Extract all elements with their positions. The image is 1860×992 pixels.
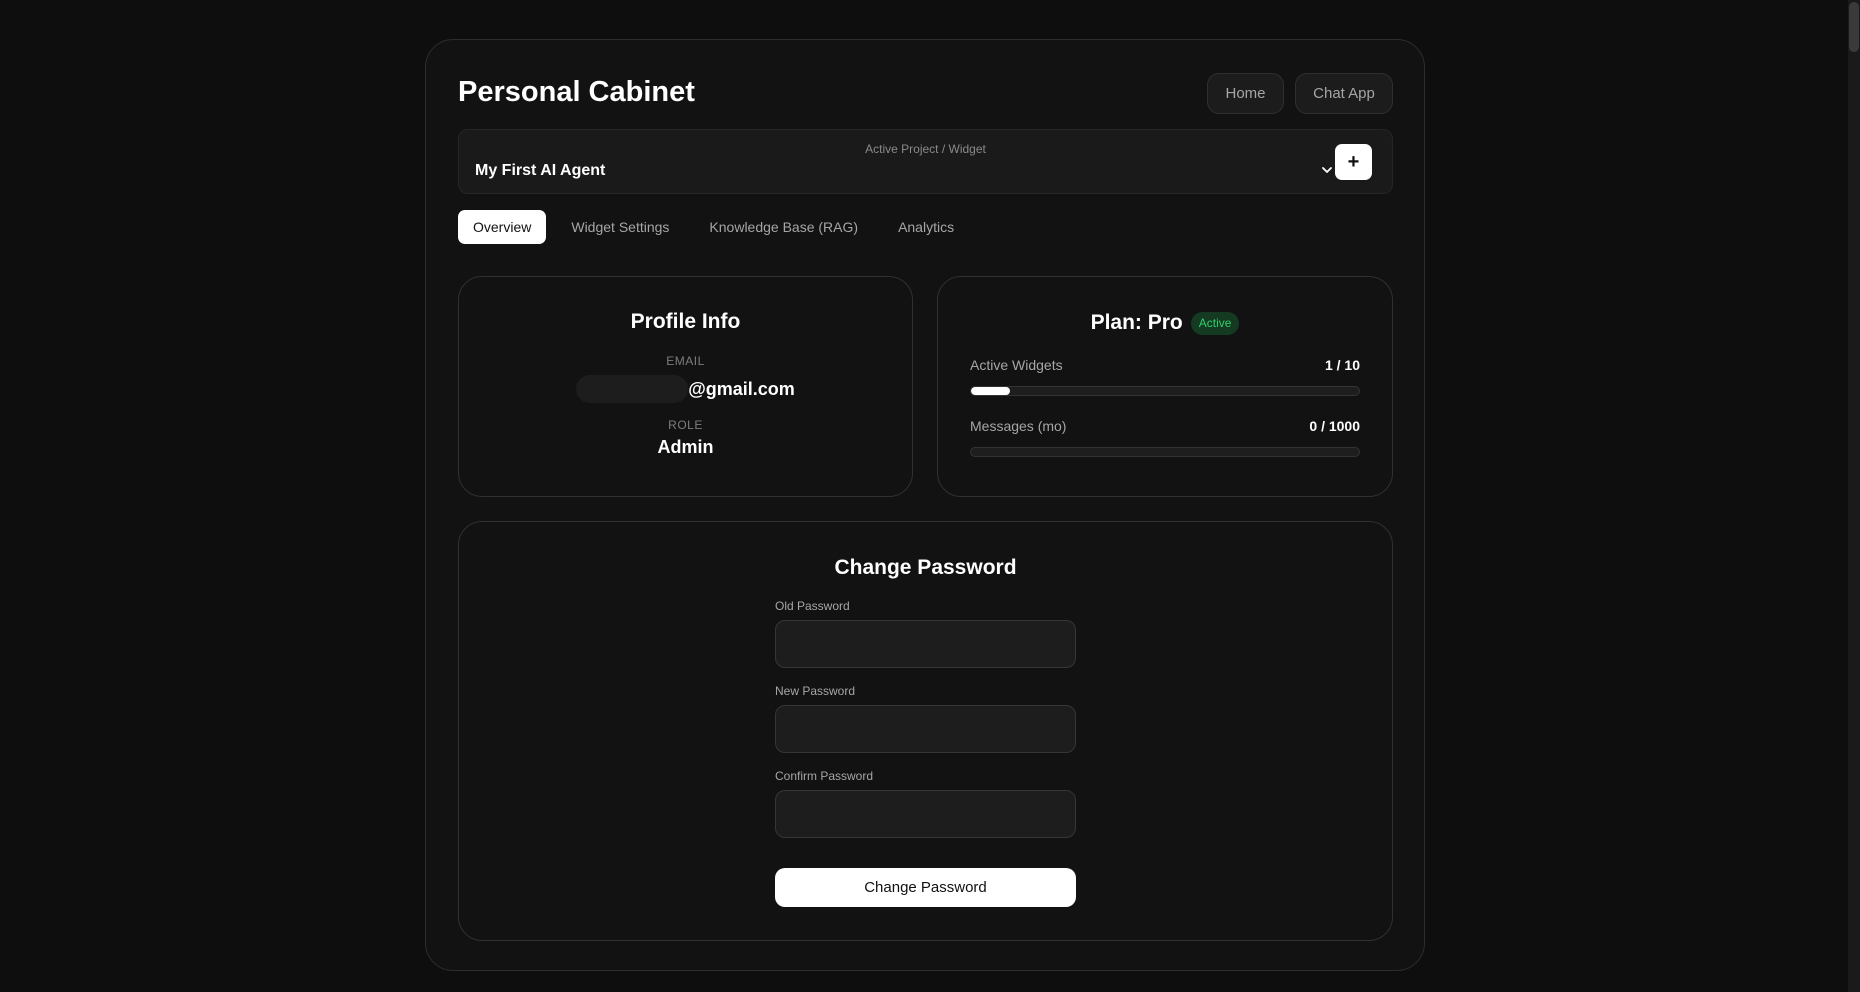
usage-value-messages: 0 / 1000 xyxy=(1309,418,1360,434)
add-project-button[interactable]: + xyxy=(1335,144,1372,180)
plan-card: Plan: Pro Active Active Widgets 1 / 10 M… xyxy=(937,276,1393,497)
tab-bar: Overview Widget Settings Knowledge Base … xyxy=(458,210,979,244)
confirm-password-field[interactable] xyxy=(775,790,1076,838)
status-badge: Active xyxy=(1190,311,1240,335)
page-scrollbar[interactable] xyxy=(1848,0,1860,992)
chat-app-button[interactable]: Chat App xyxy=(1295,73,1393,114)
usage-label-widgets: Active Widgets xyxy=(970,357,1063,373)
usage-row-messages: Messages (mo) 0 / 1000 xyxy=(970,416,1360,436)
usage-bar-messages xyxy=(970,447,1360,457)
email-domain: @gmail.com xyxy=(688,378,795,399)
tab-widget-settings[interactable]: Widget Settings xyxy=(556,210,684,244)
role-value: Admin xyxy=(657,437,714,457)
project-selected-value[interactable]: My First AI Agent xyxy=(475,162,605,180)
tab-knowledge-base[interactable]: Knowledge Base (RAG) xyxy=(694,210,873,244)
email-caption: EMAIL xyxy=(666,354,705,368)
usage-bar-widgets xyxy=(970,386,1360,396)
scrollbar-thumb[interactable] xyxy=(1849,2,1859,52)
usage-label-messages: Messages (mo) xyxy=(970,418,1067,434)
tab-overview[interactable]: Overview xyxy=(458,210,547,244)
personal-cabinet-panel: Personal Cabinet Home Chat App Active Pr… xyxy=(425,39,1425,971)
change-password-button[interactable]: Change Password xyxy=(775,868,1076,907)
change-password-title: Change Password xyxy=(834,556,1017,579)
old-password-field[interactable] xyxy=(775,620,1076,668)
project-selector[interactable]: Active Project / Widget My First AI Agen… xyxy=(458,129,1393,194)
tab-analytics[interactable]: Analytics xyxy=(883,210,969,244)
plus-icon: + xyxy=(1347,150,1360,173)
project-selector-caption: Active Project / Widget xyxy=(865,142,986,156)
plan-title: Plan: Pro xyxy=(1090,311,1183,334)
email-value: @gmail.com xyxy=(459,373,912,405)
profile-info-card: Profile Info EMAIL @gmail.com ROLE Admin xyxy=(458,276,913,497)
new-password-field[interactable] xyxy=(775,705,1076,753)
usage-fill-widgets xyxy=(971,387,1010,395)
confirm-password-label: Confirm Password xyxy=(775,769,874,783)
chevron-down-icon[interactable] xyxy=(1319,162,1335,178)
page-title: Personal Cabinet xyxy=(458,76,695,108)
email-redaction xyxy=(576,375,689,403)
role-caption: ROLE xyxy=(668,418,703,432)
change-password-card: Change Password Old Password New Passwor… xyxy=(458,521,1393,941)
usage-value-widgets: 1 / 10 xyxy=(1324,357,1360,373)
plan-header: Plan: Pro Active xyxy=(938,311,1392,335)
usage-row-widgets: Active Widgets 1 / 10 xyxy=(970,355,1360,375)
old-password-label: Old Password xyxy=(775,599,850,613)
home-button[interactable]: Home xyxy=(1207,73,1284,114)
new-password-label: New Password xyxy=(775,684,856,698)
profile-info-title: Profile Info xyxy=(630,310,741,333)
